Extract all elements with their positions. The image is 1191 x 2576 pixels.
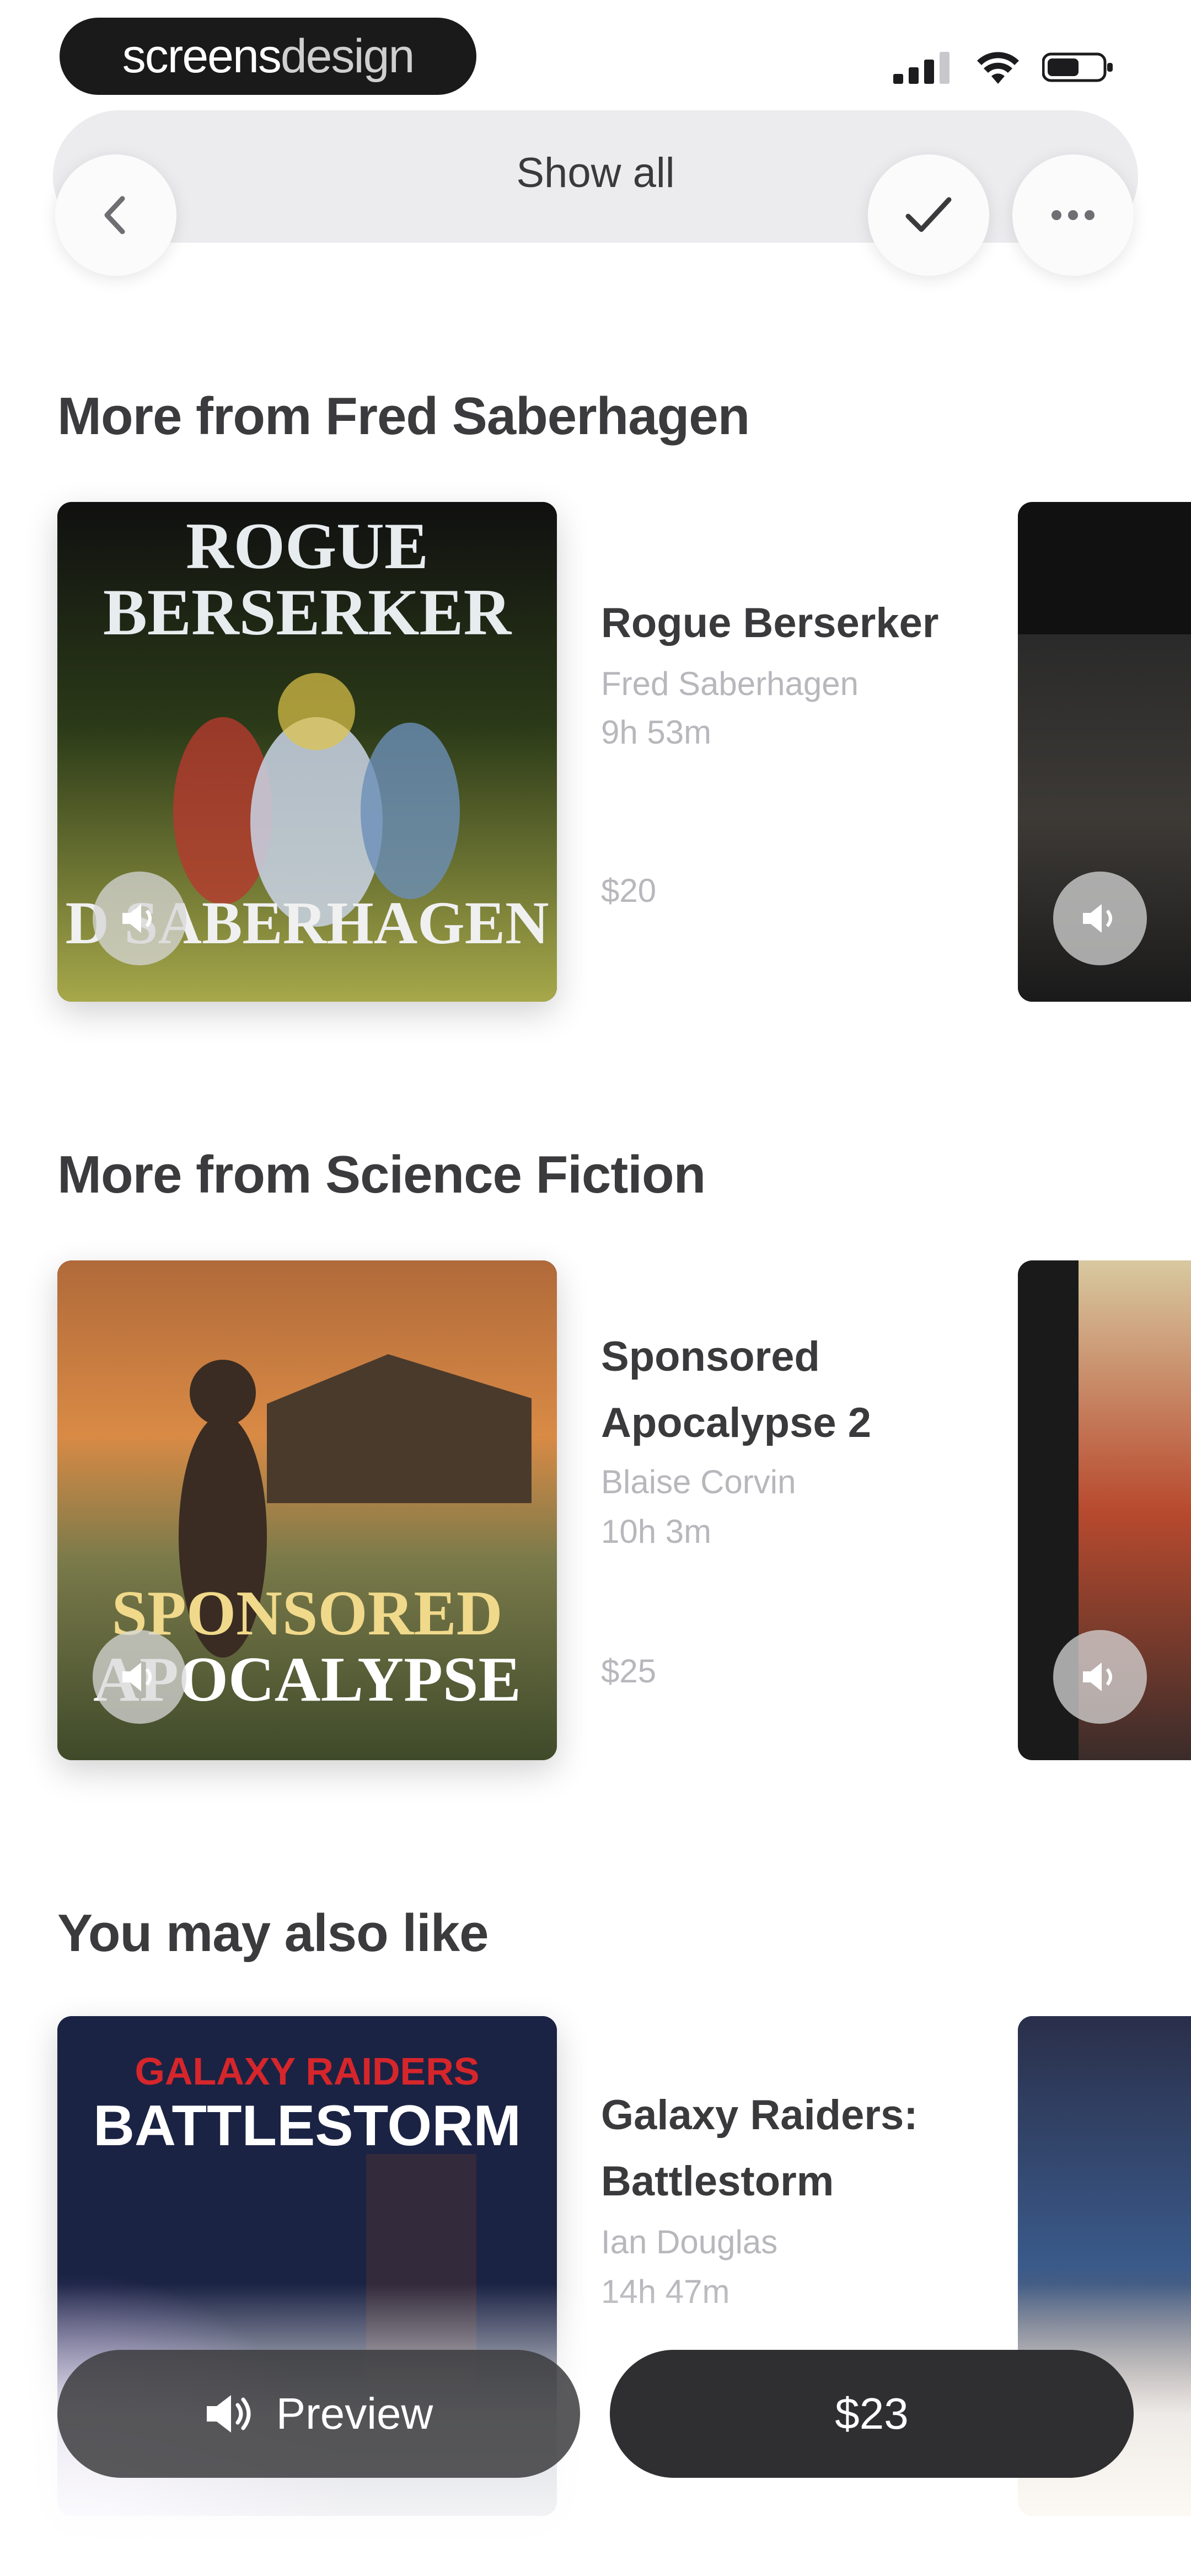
logo-text-light: design xyxy=(280,29,415,83)
speaker-icon xyxy=(122,904,152,933)
preview-label: Preview xyxy=(276,2389,433,2438)
more-button[interactable] xyxy=(1012,154,1134,276)
book-duration: 10h 3m xyxy=(601,1513,712,1550)
speaker-icon xyxy=(206,2395,251,2433)
section-title-author: More from Fred Saberhagen xyxy=(57,387,750,446)
book-duration: 9h 53m xyxy=(601,714,712,751)
section-title-recommendations: You may also like xyxy=(57,1904,489,1963)
sample-audio-button[interactable] xyxy=(1053,872,1147,965)
book-price: $25 xyxy=(601,1653,657,1690)
cover-series: GALAXY RAIDERS xyxy=(135,2050,480,2093)
book-cover-next[interactable] xyxy=(1018,1260,1191,1760)
buy-price: $23 xyxy=(835,2389,909,2438)
battery-icon xyxy=(1042,52,1113,82)
checkmark-icon xyxy=(905,197,952,232)
book-author: Ian Douglas xyxy=(601,2224,778,2260)
logo-text-bold: screens xyxy=(122,29,282,83)
book-price: $20 xyxy=(601,872,657,909)
book-cover-rogue-berserker[interactable]: ROGUE BERSERKER D SABERHAGEN xyxy=(57,502,557,1002)
done-button[interactable] xyxy=(868,154,989,276)
sample-audio-button[interactable] xyxy=(93,872,186,965)
screensdesign-logo: screens design xyxy=(60,18,476,95)
book-title[interactable]: Rogue Berserker xyxy=(601,590,987,656)
book-author: Blaise Corvin xyxy=(601,1463,796,1500)
speaker-icon xyxy=(122,1663,152,1691)
sample-audio-button[interactable] xyxy=(93,1630,186,1724)
buy-button[interactable]: $23 xyxy=(610,2350,1134,2478)
sample-audio-button[interactable] xyxy=(1053,1630,1147,1724)
book-cover-next[interactable] xyxy=(1018,502,1191,1002)
speaker-icon xyxy=(1083,904,1112,933)
cover-title: BATTLESTORM xyxy=(93,2094,522,2158)
book-cover-sponsored-apocalypse[interactable]: SPONSORED APOCALYPSE xyxy=(57,1260,557,1760)
chevron-left-icon xyxy=(104,196,125,234)
cover-title-line2: BERSERKER xyxy=(103,575,512,649)
status-icons xyxy=(893,50,1114,85)
speaker-icon xyxy=(1083,1663,1112,1691)
book-title[interactable]: Galaxy Raiders: Battlestorm xyxy=(601,2082,943,2215)
back-button[interactable] xyxy=(55,154,176,276)
section-title-genre: More from Science Fiction xyxy=(57,1145,706,1204)
signal-icon xyxy=(893,52,949,84)
cover-title-line1: ROGUE xyxy=(185,509,429,582)
book-title[interactable]: Sponsored Apocalypse 2 xyxy=(601,1324,910,1456)
page-title: Show all xyxy=(516,149,675,196)
book-author: Fred Saberhagen xyxy=(601,665,859,702)
preview-button[interactable]: Preview xyxy=(57,2350,580,2478)
wifi-icon xyxy=(977,52,1019,84)
ellipsis-icon xyxy=(1051,210,1095,220)
